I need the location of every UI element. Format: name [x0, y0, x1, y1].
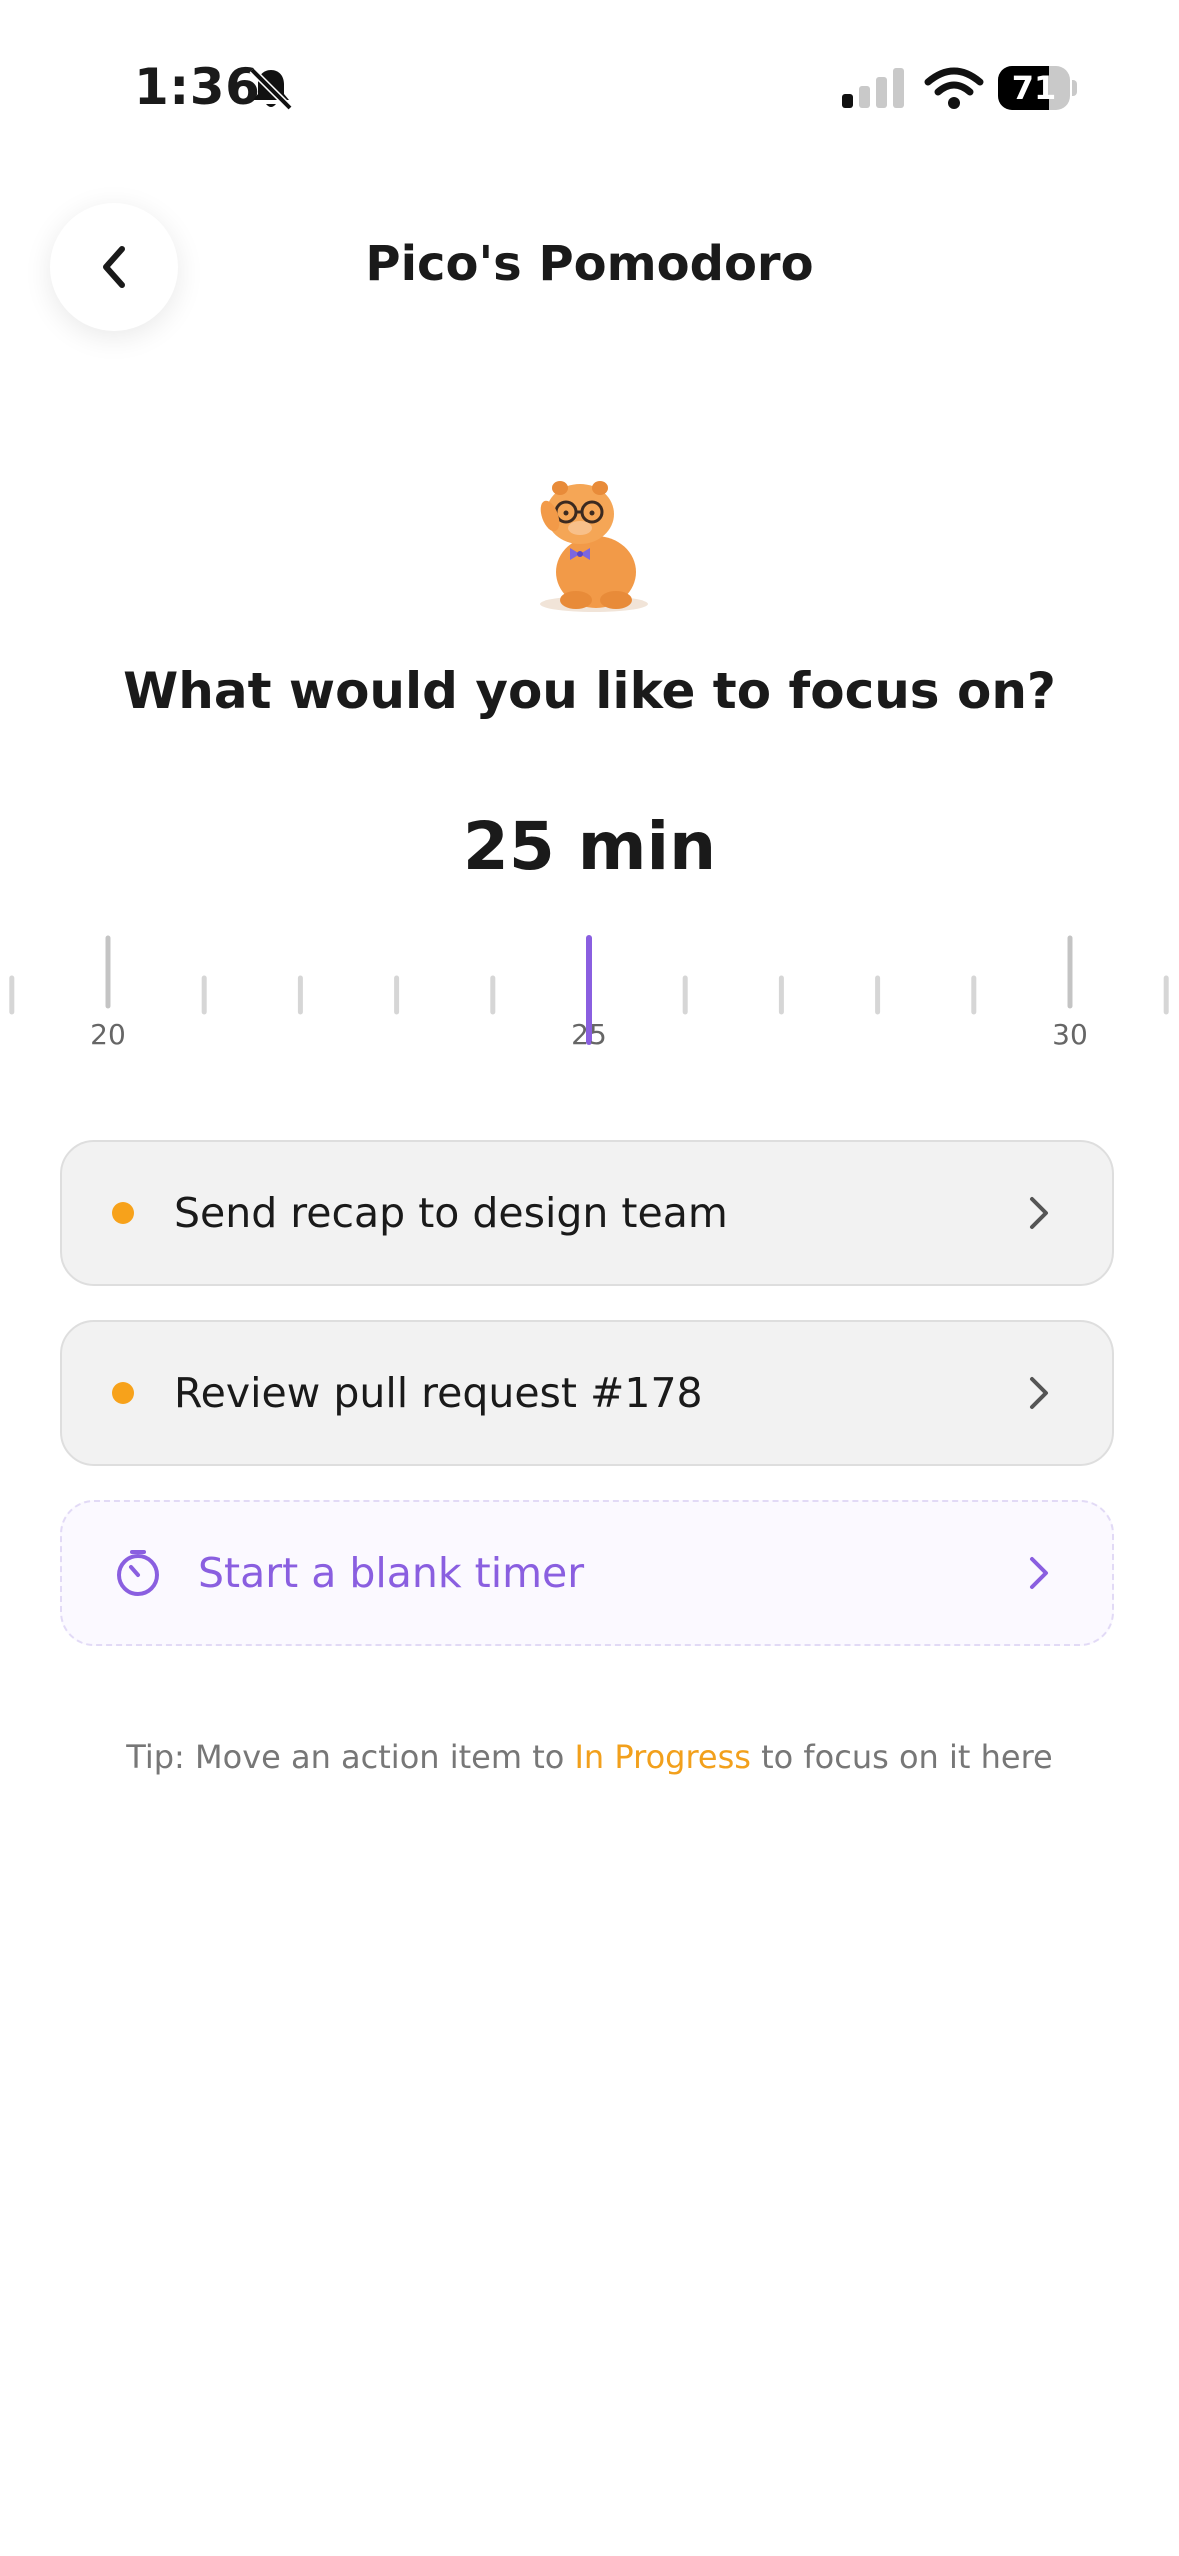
cellular-signal-icon	[842, 68, 904, 108]
capybara-mascot-icon	[540, 481, 648, 612]
tip-text: Tip: Move an action item to In Progress …	[0, 1738, 1179, 1776]
duration-display: 25 min	[462, 808, 717, 885]
bell-muted-icon	[249, 67, 293, 111]
task-label: Review pull request #178	[174, 1369, 703, 1417]
ruler-label-30: 30	[1052, 1018, 1088, 1051]
task-item[interactable]: Review pull request #178	[60, 1320, 1114, 1466]
status-time: 1:36	[134, 58, 261, 116]
focus-question: What would you like to focus on?	[123, 662, 1056, 720]
blank-timer-label: Start a blank timer	[198, 1549, 585, 1597]
chevron-right-icon	[1030, 1377, 1048, 1409]
tip-highlight: In Progress	[574, 1738, 751, 1776]
status-dot	[112, 1202, 134, 1224]
page-title: Pico's Pomodoro	[365, 236, 814, 292]
ruler-label-20: 20	[90, 1018, 126, 1051]
ruler-label-25: 25	[571, 1018, 607, 1051]
status-dot	[112, 1382, 134, 1404]
start-blank-timer-button[interactable]: Start a blank timer	[60, 1500, 1114, 1646]
chevron-right-icon	[1030, 1557, 1048, 1589]
battery-indicator: 71	[998, 66, 1078, 110]
timer-icon	[117, 1550, 159, 1596]
battery-level: 71	[1011, 69, 1057, 107]
tip-suffix: to focus on it here	[750, 1738, 1053, 1776]
task-item[interactable]: Send recap to design team	[60, 1140, 1114, 1286]
task-label: Send recap to design team	[174, 1189, 728, 1237]
wifi-icon	[924, 67, 984, 109]
tip-prefix: Tip: Move an action item to	[126, 1738, 575, 1776]
chevron-right-icon	[1030, 1197, 1048, 1229]
